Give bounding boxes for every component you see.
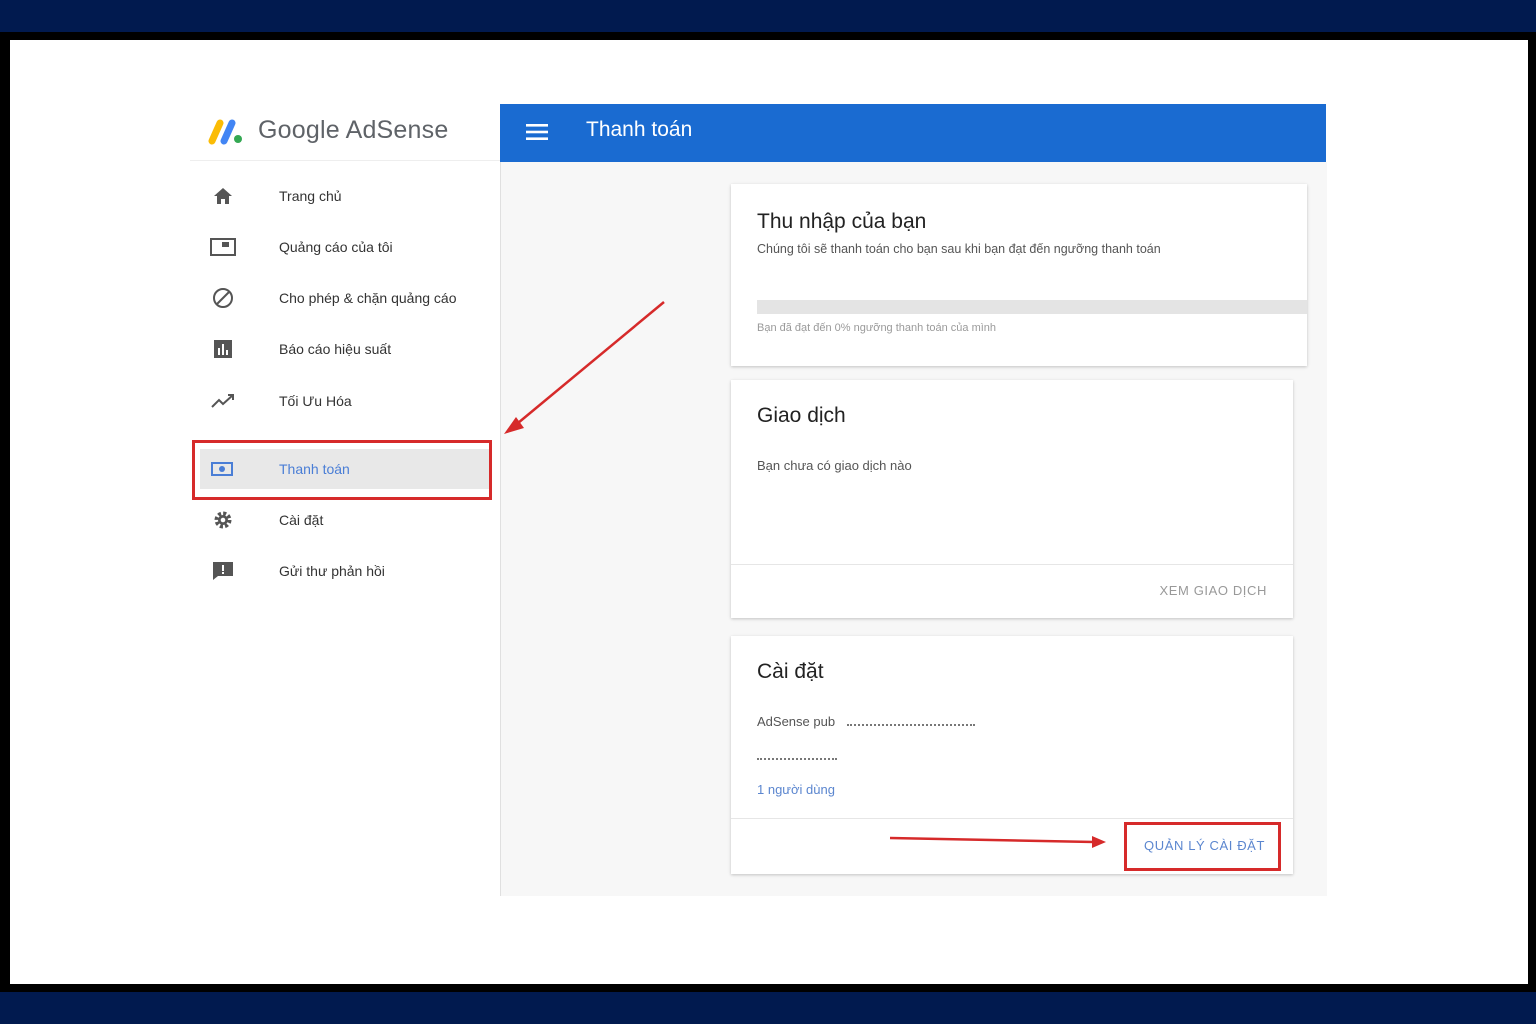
sidebar-item-optimization[interactable]: Tối Ưu Hóa [200, 381, 490, 421]
transactions-title: Giao dịch [757, 404, 846, 427]
sidebar-item-label: Gửi thư phản hồi [279, 563, 385, 579]
sidebar-item-feedback[interactable]: Gửi thư phản hồi [200, 551, 490, 591]
trending-up-icon [210, 388, 236, 414]
gear-icon [210, 507, 236, 533]
page-title: Thanh toán [586, 118, 693, 141]
earnings-title: Thu nhập của bạn [757, 210, 927, 233]
adsense-logo-icon [208, 119, 242, 145]
annotation-highlight-manage-settings [1124, 822, 1281, 871]
ad-unit-icon [210, 234, 236, 260]
sidebar-item-my-ads[interactable]: Quảng cáo của tôi [200, 227, 490, 267]
earnings-subtitle: Chúng tôi sẽ thanh toán cho bạn sau khi … [757, 242, 1161, 256]
home-icon [210, 183, 236, 209]
masked-publisher-id [847, 724, 975, 726]
transactions-card: Giao dịch Bạn chưa có giao dịch nào XEM … [731, 380, 1293, 618]
card-divider [731, 818, 1293, 819]
sidebar-item-settings[interactable]: Cài đặt [200, 500, 490, 540]
bar-chart-icon [210, 336, 236, 362]
main-content: Thu nhập của bạn Chúng tôi sẽ thanh toán… [500, 162, 1327, 896]
sidebar-item-label: Trang chủ [279, 188, 342, 204]
sidebar-item-label: Quảng cáo của tôi [279, 239, 393, 255]
sidebar-item-label: Báo cáo hiệu suất [279, 341, 392, 357]
users-link[interactable]: 1 người dùng [757, 782, 835, 797]
annotation-highlight-payments [192, 440, 492, 500]
masked-detail [757, 758, 837, 760]
sidebar-item-allow-block[interactable]: Cho phép & chặn quảng cáo [200, 278, 490, 318]
feedback-icon [210, 558, 236, 584]
screenshot-canvas: Google AdSense Trang chủ Quảng cáo của t… [10, 40, 1528, 984]
earnings-card: Thu nhập của bạn Chúng tôi sẽ thanh toán… [731, 184, 1307, 366]
transactions-empty-text: Bạn chưa có giao dịch nào [757, 458, 912, 473]
sidebar-item-label: Cài đặt [279, 512, 324, 528]
progress-note: Bạn đã đạt đến 0% ngưỡng thanh toán của … [757, 322, 997, 334]
view-transactions-button[interactable]: XEM GIAO DỊCH [1160, 583, 1267, 598]
adsense-logo[interactable]: Google AdSense [208, 106, 448, 154]
sidebar-item-label: Tối Ưu Hóa [279, 393, 352, 409]
logo-text: Google AdSense [258, 115, 449, 144]
hamburger-menu-icon[interactable] [526, 122, 548, 142]
settings-title: Cài đặt [757, 660, 824, 683]
sidebar-divider [190, 160, 500, 161]
sidebar-item-reports[interactable]: Báo cáo hiệu suất [200, 329, 490, 369]
block-icon [210, 285, 236, 311]
publisher-id-label: AdSense pub [757, 714, 836, 729]
top-app-bar: Thanh toán [500, 104, 1326, 162]
sidebar-item-label: Cho phép & chặn quảng cáo [279, 290, 457, 306]
card-divider [731, 564, 1293, 565]
sidebar-item-home[interactable]: Trang chủ [200, 176, 490, 216]
payment-threshold-progress [757, 300, 1307, 314]
